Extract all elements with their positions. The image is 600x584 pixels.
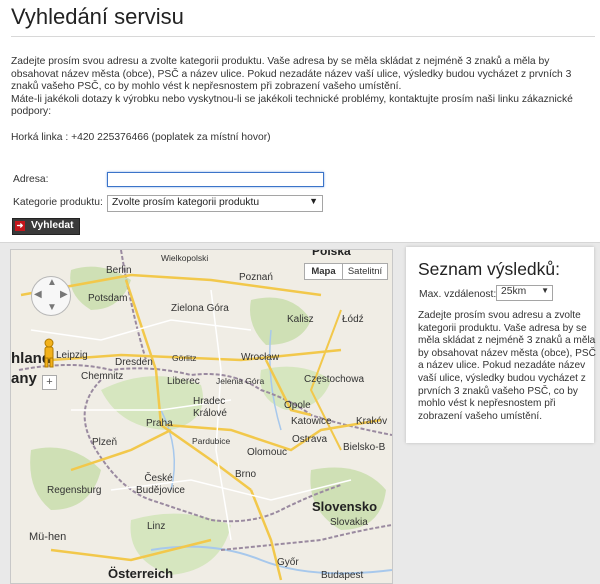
intro-paragraph-2: Máte-li jakékoli dotazy k výrobku nebo v… bbox=[11, 93, 573, 118]
map-label-pardubice: Pardubice bbox=[192, 436, 231, 446]
arrow-right-icon: ➜ bbox=[15, 221, 25, 231]
map-label-praha: Praha bbox=[146, 418, 173, 429]
search-button[interactable]: ➜ Vyhledat bbox=[12, 218, 80, 235]
map-label-potsdam: Potsdam bbox=[88, 293, 128, 304]
zoom-in-icon[interactable]: + bbox=[42, 375, 57, 390]
dropdown-arrow-icon: ▼ bbox=[541, 286, 549, 295]
street-view-pegman-icon[interactable] bbox=[42, 338, 56, 368]
dropdown-arrow-icon: ▼ bbox=[309, 196, 318, 206]
map-label-ceske-budejovice: České Budějovice bbox=[136, 473, 185, 496]
map-label-wroclaw: Wrocław bbox=[241, 352, 280, 363]
map-type-satellite-button[interactable]: Satelitní bbox=[342, 263, 388, 280]
map-label-polska: Polska bbox=[312, 249, 351, 258]
category-selected-value: Zvolte prosím kategorii produktu bbox=[112, 197, 260, 208]
map[interactable]: Polska Berlin Wielkopolski Potsdam Pozna… bbox=[10, 249, 393, 584]
search-form-panel: Vyhledání servisu Zadejte prosím svou ad… bbox=[0, 0, 600, 243]
map-label-jelenia-gora: Jelenia Góra bbox=[216, 376, 265, 386]
map-label-bielsko: Bielsko-B bbox=[343, 442, 386, 453]
pan-up-icon[interactable]: ▲ bbox=[47, 277, 57, 288]
map-label-wielkopolski: Wielkopolski bbox=[161, 253, 209, 263]
map-label-munchen: Mü-hen bbox=[29, 531, 67, 543]
map-label-any: any bbox=[11, 370, 37, 387]
map-label-kalisz: Kalisz bbox=[287, 314, 314, 325]
results-title: Seznam výsledků: bbox=[418, 259, 561, 279]
map-label-liberec: Liberec bbox=[167, 376, 200, 387]
category-select[interactable]: Zvolte prosím kategorii produktu ▼ bbox=[107, 195, 323, 212]
search-button-label: Vyhledat bbox=[31, 220, 74, 231]
map-pan-control[interactable]: ▲ ▼ ◀ ▶ bbox=[31, 276, 71, 316]
map-label-gorlitz: Görlitz bbox=[172, 353, 197, 363]
map-label-plzen: Plzeň bbox=[92, 437, 118, 448]
intro-paragraph-1: Zadejte prosím svou adresu a zvolte kate… bbox=[11, 56, 572, 93]
map-label-osterreich: Österreich bbox=[108, 566, 174, 581]
intro-text: Zadejte prosím svou adresu a zvolte kate… bbox=[11, 56, 593, 119]
map-label-leipzig: Leipzig bbox=[56, 350, 88, 361]
map-label-slovakia: Slovakia bbox=[330, 517, 368, 528]
map-label-slovensko: Slovensko bbox=[312, 499, 378, 514]
map-label-berlin: Berlin bbox=[106, 265, 132, 276]
max-distance-select[interactable]: 25km ▼ bbox=[496, 285, 553, 301]
hotline-text: Horká linka : +420 225376466 (poplatek z… bbox=[11, 132, 271, 143]
page-title: Vyhledání servisu bbox=[11, 4, 184, 29]
address-input[interactable] bbox=[107, 172, 324, 187]
map-label-ostrava: Ostrava bbox=[292, 434, 328, 445]
map-label-regensburg: Regensburg bbox=[47, 485, 102, 496]
max-distance-label: Max. vzdálenost: bbox=[419, 289, 497, 300]
pan-right-icon[interactable]: ▶ bbox=[60, 289, 68, 300]
map-label-chemnitz: Chemnitz bbox=[81, 371, 124, 382]
map-label-hradec: Hradec Králové bbox=[193, 396, 227, 419]
map-label-zielona-gora: Zielona Góra bbox=[171, 303, 229, 314]
pan-down-icon[interactable]: ▼ bbox=[47, 302, 57, 313]
address-label: Adresa: bbox=[13, 174, 49, 185]
map-label-linz: Linz bbox=[147, 521, 166, 532]
results-panel: Seznam výsledků: Max. vzdálenost: 25km ▼… bbox=[406, 247, 596, 443]
map-label-brno: Brno bbox=[235, 469, 257, 480]
map-type-map-button[interactable]: Mapa bbox=[304, 263, 343, 280]
map-label-lodz: Łódź bbox=[342, 314, 364, 325]
map-label-gyor: Győr bbox=[277, 557, 299, 568]
category-label: Kategorie produktu: bbox=[13, 197, 103, 208]
pan-left-icon[interactable]: ◀ bbox=[34, 289, 42, 300]
max-distance-value: 25km bbox=[501, 286, 527, 297]
map-label-krakow: Krakóv bbox=[356, 416, 388, 427]
map-label-olomouc: Olomouc bbox=[247, 447, 288, 458]
map-label-czestochowa: Częstochowa bbox=[304, 374, 365, 385]
map-label-opole: Opole bbox=[284, 400, 311, 411]
map-label-dresden: Dresden bbox=[115, 357, 153, 368]
map-label-poznan: Poznań bbox=[239, 272, 273, 283]
title-divider bbox=[11, 36, 595, 37]
map-label-budapest: Budapest bbox=[321, 570, 364, 581]
map-label-katowice: Katowice bbox=[291, 416, 332, 427]
results-text: Zadejte prosím svou adresu a zvolte kate… bbox=[418, 310, 596, 422]
